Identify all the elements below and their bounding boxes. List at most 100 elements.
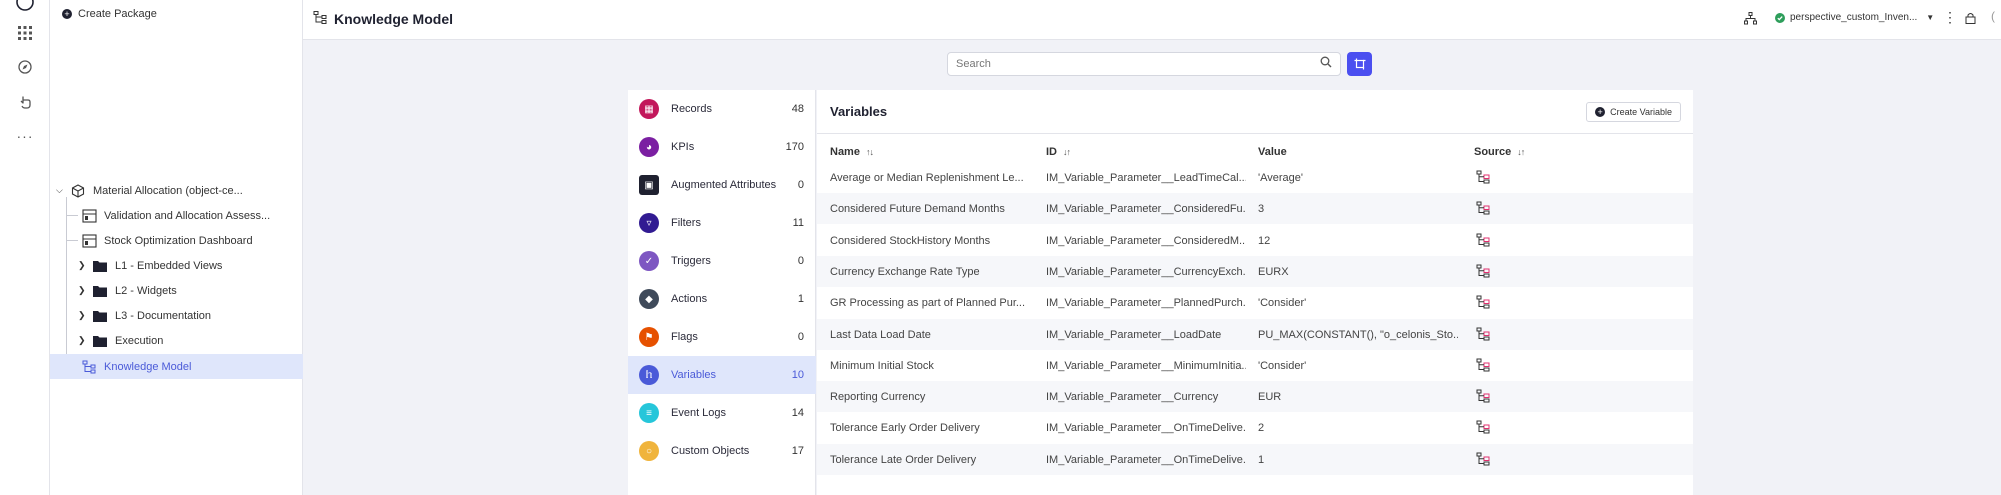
search-input[interactable]	[956, 58, 1320, 70]
table-row[interactable]: Minimum Initial Stock IM_Variable_Paramet…	[817, 350, 1693, 381]
more-icon[interactable]: ···	[15, 126, 35, 146]
category-records[interactable]: ▦ Records 48	[628, 90, 816, 128]
search-icon[interactable]	[1320, 55, 1332, 73]
chevron-right-icon[interactable]: ❯	[78, 285, 92, 296]
sort-icon[interactable]: ↓↑	[1517, 147, 1525, 157]
category-actions[interactable]: ◆ Actions 1	[628, 280, 816, 318]
table-row[interactable]: Last Data Load Date IM_Variable_Parameter…	[817, 318, 1693, 350]
tree-item-l2-folder[interactable]: ❯ L2 - Widgets	[78, 278, 296, 303]
table-row[interactable]: Considered Future Demand Months IM_Variab…	[817, 193, 1693, 225]
column-header-id[interactable]: ID ↓↑	[1046, 146, 1071, 158]
category-kpis[interactable]: ◕ KPIs 170	[628, 128, 816, 166]
table-row[interactable]: Tolerance Late Order Delivery IM_Variable…	[817, 443, 1693, 475]
hand-pointer-icon[interactable]	[15, 92, 35, 112]
column-header-label: Source	[1474, 146, 1512, 158]
category-count: 48	[791, 103, 804, 115]
cell-id: IM_Variable_Parameter__ConsideredFu...	[1046, 203, 1246, 216]
tree-item-knowledge-model[interactable]: Knowledge Model	[50, 354, 303, 379]
cell-name: Reporting Currency	[830, 391, 926, 404]
close-icon[interactable]: (	[1991, 9, 1995, 23]
search-box[interactable]	[947, 52, 1341, 76]
tree-item-l1-folder[interactable]: ❯ L1 - Embedded Views	[78, 253, 296, 278]
page-title-text: Knowledge Model	[334, 11, 453, 27]
environment-selector[interactable]: perspective_custom_Inven... ▼	[1775, 12, 1934, 23]
column-header-label: Name	[830, 146, 860, 158]
category-event-logs[interactable]: ≡ Event Logs 14	[628, 394, 816, 432]
tree-item-l3-folder[interactable]: ❯ L3 - Documentation	[78, 303, 296, 328]
action-icon: ◆	[639, 289, 659, 309]
category-label: Records	[671, 103, 712, 115]
tree-item-material-allocation[interactable]: ⌵ Material Allocation (object-ce...	[56, 178, 296, 203]
tree-branch-line	[66, 240, 78, 241]
create-variable-label: Create Variable	[1610, 107, 1672, 117]
view-icon	[81, 233, 97, 248]
source-knowledge-model-icon	[1476, 201, 1490, 215]
divider	[817, 133, 1693, 134]
compass-icon[interactable]	[15, 57, 35, 77]
source-knowledge-model-icon	[1476, 327, 1490, 340]
source-knowledge-model-icon	[1476, 264, 1490, 278]
table-row[interactable]: Reporting Currency IM_Variable_Parameter_…	[817, 381, 1693, 413]
header-bar: Knowledge Model perspective_custom_Inven…	[303, 0, 2001, 40]
trigger-icon: ✓	[639, 251, 659, 271]
table-row[interactable]: GR Processing as part of Planned Pur... I…	[817, 287, 1693, 318]
chevron-right-icon[interactable]: ❯	[78, 335, 92, 346]
category-custom-objects[interactable]: ○ Custom Objects 17	[628, 432, 816, 470]
cell-id: IM_Variable_Parameter__MinimumInitia...	[1046, 359, 1246, 372]
cell-id: IM_Variable_Parameter__LoadDate	[1046, 328, 1222, 341]
logo-icon[interactable]	[15, 0, 35, 12]
category-augmented-attributes[interactable]: ▣ Augmented Attributes 0	[628, 166, 816, 204]
sort-icon[interactable]: ↓↑	[1063, 147, 1071, 157]
tree-item-stock-dashboard[interactable]: Stock Optimization Dashboard	[81, 228, 296, 253]
cell-name: Minimum Initial Stock	[830, 359, 934, 372]
table-row[interactable]: Considered StockHistory Months IM_Variabl…	[817, 225, 1693, 256]
package-tree: + Create Package ⌵ Material Allocation (…	[50, 0, 303, 495]
tree-item-validation-view[interactable]: Validation and Allocation Assess...	[81, 203, 296, 228]
cell-id: IM_Variable_Parameter__Currency	[1046, 391, 1219, 404]
chevron-right-icon[interactable]: ❯	[78, 260, 92, 271]
column-header-source[interactable]: Source ↓↑	[1474, 146, 1525, 158]
panel-title: Variables	[830, 104, 888, 119]
create-package-label: Create Package	[78, 8, 157, 20]
category-variables[interactable]: 𝕙 Variables 10	[628, 356, 816, 394]
category-count: 17	[791, 445, 804, 457]
kebab-menu-icon[interactable]: ⋮	[1943, 9, 1957, 26]
source-knowledge-model-icon	[1476, 233, 1490, 247]
cell-value: PU_MAX(CONSTANT(), "o_celonis_Sto...	[1258, 328, 1458, 341]
category-triggers[interactable]: ✓ Triggers 0	[628, 242, 816, 280]
flag-icon: ⚑	[639, 327, 659, 347]
column-header-value[interactable]: Value	[1258, 146, 1287, 158]
create-variable-button[interactable]: + Create Variable	[1586, 102, 1681, 122]
chevron-down-icon[interactable]: ⌵	[56, 185, 70, 196]
tree-item-label: Execution	[115, 334, 164, 347]
sort-ascending-icon[interactable]: ↑↓	[866, 147, 874, 157]
apps-grid-icon[interactable]	[15, 23, 35, 43]
category-label: Variables	[671, 369, 717, 381]
tree-item-label: Validation and Allocation Assess...	[104, 209, 271, 222]
filter-toggle-button[interactable]	[1347, 52, 1372, 76]
create-package-button[interactable]: + Create Package	[62, 8, 157, 20]
folder-icon	[92, 334, 108, 348]
table-row[interactable]: Average or Median Replenishment Le... IM_…	[817, 162, 1693, 193]
cell-value: 'Consider'	[1258, 297, 1307, 310]
table-row[interactable]: Currency Exchange Rate Type IM_Variable_P…	[817, 255, 1693, 287]
cell-name: Average or Median Replenishment Le...	[830, 172, 1024, 184]
folder-icon	[92, 309, 108, 323]
knowledge-model-icon	[313, 10, 328, 28]
table-row[interactable]: Tolerance Early Order Delivery IM_Variabl…	[817, 412, 1693, 443]
tree-item-execution-folder[interactable]: ❯ Execution	[78, 328, 296, 353]
records-icon: ▦	[639, 99, 659, 119]
hierarchy-icon[interactable]	[1744, 12, 1757, 25]
cell-id: IM_Variable_Parameter__OnTimeDelive...	[1046, 422, 1246, 435]
cell-id: IM_Variable_Parameter__PlannedPurch...	[1046, 297, 1246, 310]
cell-value: EURX	[1258, 265, 1289, 278]
tree-item-label: L1 - Embedded Views	[115, 259, 223, 272]
column-header-name[interactable]: Name ↑↓	[830, 146, 874, 158]
category-filters[interactable]: ▿ Filters 11	[628, 204, 816, 242]
category-flags[interactable]: ⚑ Flags 0	[628, 318, 816, 356]
lock-icon[interactable]	[1965, 12, 1976, 24]
chevron-right-icon[interactable]: ❯	[78, 310, 92, 321]
source-knowledge-model-icon	[1476, 452, 1490, 466]
source-knowledge-model-icon	[1476, 358, 1490, 372]
cell-id: IM_Variable_Parameter__ConsideredM...	[1046, 234, 1246, 247]
